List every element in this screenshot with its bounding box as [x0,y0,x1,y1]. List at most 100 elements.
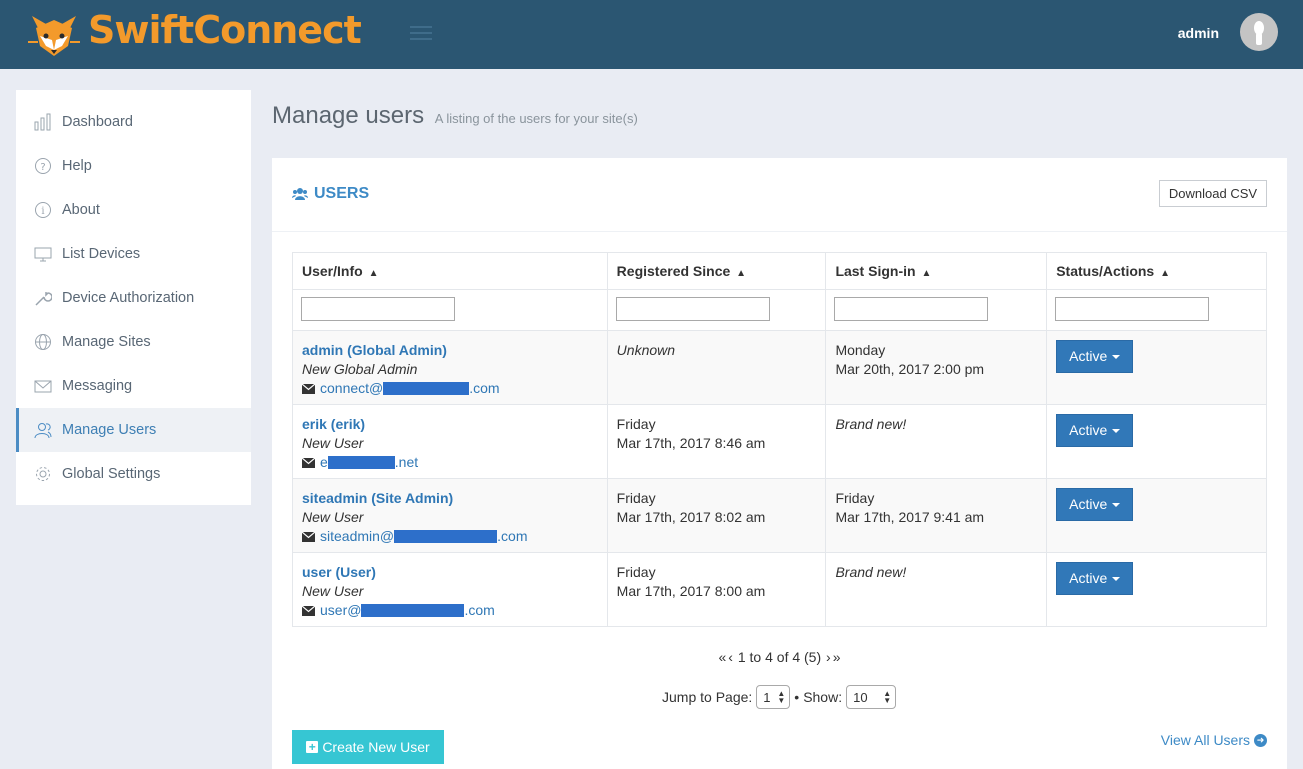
filter-last-signin-input[interactable] [834,297,989,321]
sidebar-item-list-devices[interactable]: List Devices [16,232,251,276]
sort-icon[interactable]: ▲︎ [369,268,379,279]
brand-name[interactable]: SwiftConnect [88,8,362,52]
last-page-icon[interactable]: » [832,649,842,665]
separator-dot: • [794,689,800,705]
envelope-icon [302,383,315,394]
envelope-icon [34,377,52,395]
page-controls: Jump to Page: 1 ▲ ▼ • Show: 10 ▲ ▼ [662,685,897,709]
pager-summary: 1 to 4 of 4 (5) [737,649,822,665]
user-role: New User [302,583,364,599]
filter-user-info-input[interactable] [301,297,455,321]
status-dropdown-button[interactable]: Active [1056,414,1134,447]
table-row: erik (erik) New User e .net Friday Mar 17t… [292,404,1267,479]
pagination: «‹ 1 to 4 of 4 (5) ›» [272,649,1287,665]
view-all-users-link[interactable]: View All Users ➜ [1161,732,1267,748]
column-header-last-signin[interactable]: Last Sign-in ▲︎ [825,252,1048,290]
status-dropdown-button[interactable]: Active [1056,562,1134,595]
sidebar-item-dashboard[interactable]: Dashboard [16,100,251,144]
user-role: New User [302,509,364,525]
user-role: New Global Admin [302,361,418,377]
globe-icon [34,333,52,351]
table-header-row: User/Info ▲︎ Registered Since ▲︎ Last Si… [292,252,1267,290]
caret-down-icon [1112,576,1121,581]
status-dropdown-button[interactable]: Active [1056,340,1134,373]
redacted-block [394,530,498,543]
download-csv-button[interactable]: Download CSV [1159,180,1267,207]
user-email-link[interactable]: user@ .com [302,601,598,620]
sidebar-item-about[interactable]: i About [16,188,251,232]
users-table: User/Info ▲︎ Registered Since ▲︎ Last Si… [292,252,1267,627]
page-select[interactable]: 1 ▲ ▼ [756,685,791,709]
panel-title: USERS [292,185,369,203]
panel-title-text: USERS [314,185,370,202]
user-email-link[interactable]: connect@ .com [302,379,598,398]
filter-registered-input[interactable] [615,297,770,321]
sidebar-item-manage-sites[interactable]: Manage Sites [16,320,251,364]
up-down-icon: ▲ ▼ [777,689,786,705]
prev-page-icon[interactable]: ‹ [727,649,734,665]
sidebar-item-messaging[interactable]: Messaging [16,364,251,408]
info-circle-icon: i [34,201,52,219]
sidebar-item-label: Device Authorization [62,290,195,306]
users-icon [34,421,52,439]
table-row: admin (Global Admin) New Global Admin co… [292,330,1267,405]
users-icon [292,188,308,200]
user-role: New User [302,435,364,451]
plus-square-icon: + [306,741,319,753]
column-header-user-info[interactable]: User/Info ▲︎ [292,252,608,290]
jump-label: Jump to Page: [662,689,753,705]
sidebar: Dashboard ? Help i About List Devices De… [16,90,251,505]
sidebar-item-global-settings[interactable]: Global Settings [16,452,251,496]
caret-down-icon [1112,428,1121,433]
envelope-icon [302,531,315,542]
sidebar-item-help[interactable]: ? Help [16,144,251,188]
envelope-icon [302,605,315,616]
sidebar-item-label: Manage Users [62,422,157,438]
sidebar-item-manage-users[interactable]: Manage Users [16,408,251,452]
show-select[interactable]: 10 ▲ ▼ [846,685,897,709]
column-header-registered-since[interactable]: Registered Since ▲︎ [606,252,827,290]
user-name-link[interactable]: erik (erik) [302,415,598,434]
redacted-block [383,382,470,395]
monitor-icon [34,245,52,263]
menu-toggle-icon[interactable] [410,26,432,40]
gear-icon [34,465,52,483]
sidebar-item-label: Messaging [62,378,133,394]
filter-row [292,289,1267,331]
user-name-link[interactable]: siteadmin (Site Admin) [302,489,598,508]
status-dropdown-button[interactable]: Active [1056,488,1134,521]
show-label: Show: [803,689,843,705]
fox-logo-icon[interactable] [26,6,82,62]
up-down-icon: ▲ ▼ [883,689,892,705]
page-title: Manage users A listing of the users for … [272,102,638,130]
table-row: user (User) New User user@ .com Friday Mar… [292,552,1267,627]
svg-text:?: ? [40,162,45,173]
user-email-link[interactable]: e .net [302,453,598,472]
sort-icon[interactable]: ▲︎ [1160,268,1170,279]
next-page-icon[interactable]: › [825,649,832,665]
sort-icon[interactable]: ▲︎ [921,268,931,279]
avatar[interactable] [1240,13,1278,51]
caret-down-icon [1112,354,1121,359]
envelope-icon [302,457,315,468]
sidebar-item-label: Global Settings [62,466,161,482]
question-circle-icon: ? [34,157,52,175]
redacted-block [361,604,465,617]
top-navbar: SwiftConnect admin [0,0,1303,69]
user-name-link[interactable]: admin (Global Admin) [302,341,598,360]
sidebar-item-label: Help [62,158,92,174]
user-name-link[interactable]: user (User) [302,563,598,582]
sort-icon[interactable]: ▲︎ [736,268,746,279]
panel-header: USERS Download CSV [272,158,1287,232]
column-header-status-actions[interactable]: Status/Actions ▲︎ [1046,252,1267,290]
username-label[interactable]: admin [1178,25,1219,41]
filter-status-input[interactable] [1055,297,1210,321]
create-user-button[interactable]: + Create New User [292,730,444,764]
bar-chart-icon [34,113,52,131]
user-silhouette-icon [1254,21,1264,45]
user-email-link[interactable]: siteadmin@ .com [302,527,598,546]
sidebar-item-label: Manage Sites [62,334,151,350]
first-page-icon[interactable]: « [718,649,728,665]
page-title-text: Manage users [272,102,425,129]
sidebar-item-device-authorization[interactable]: Device Authorization [16,276,251,320]
